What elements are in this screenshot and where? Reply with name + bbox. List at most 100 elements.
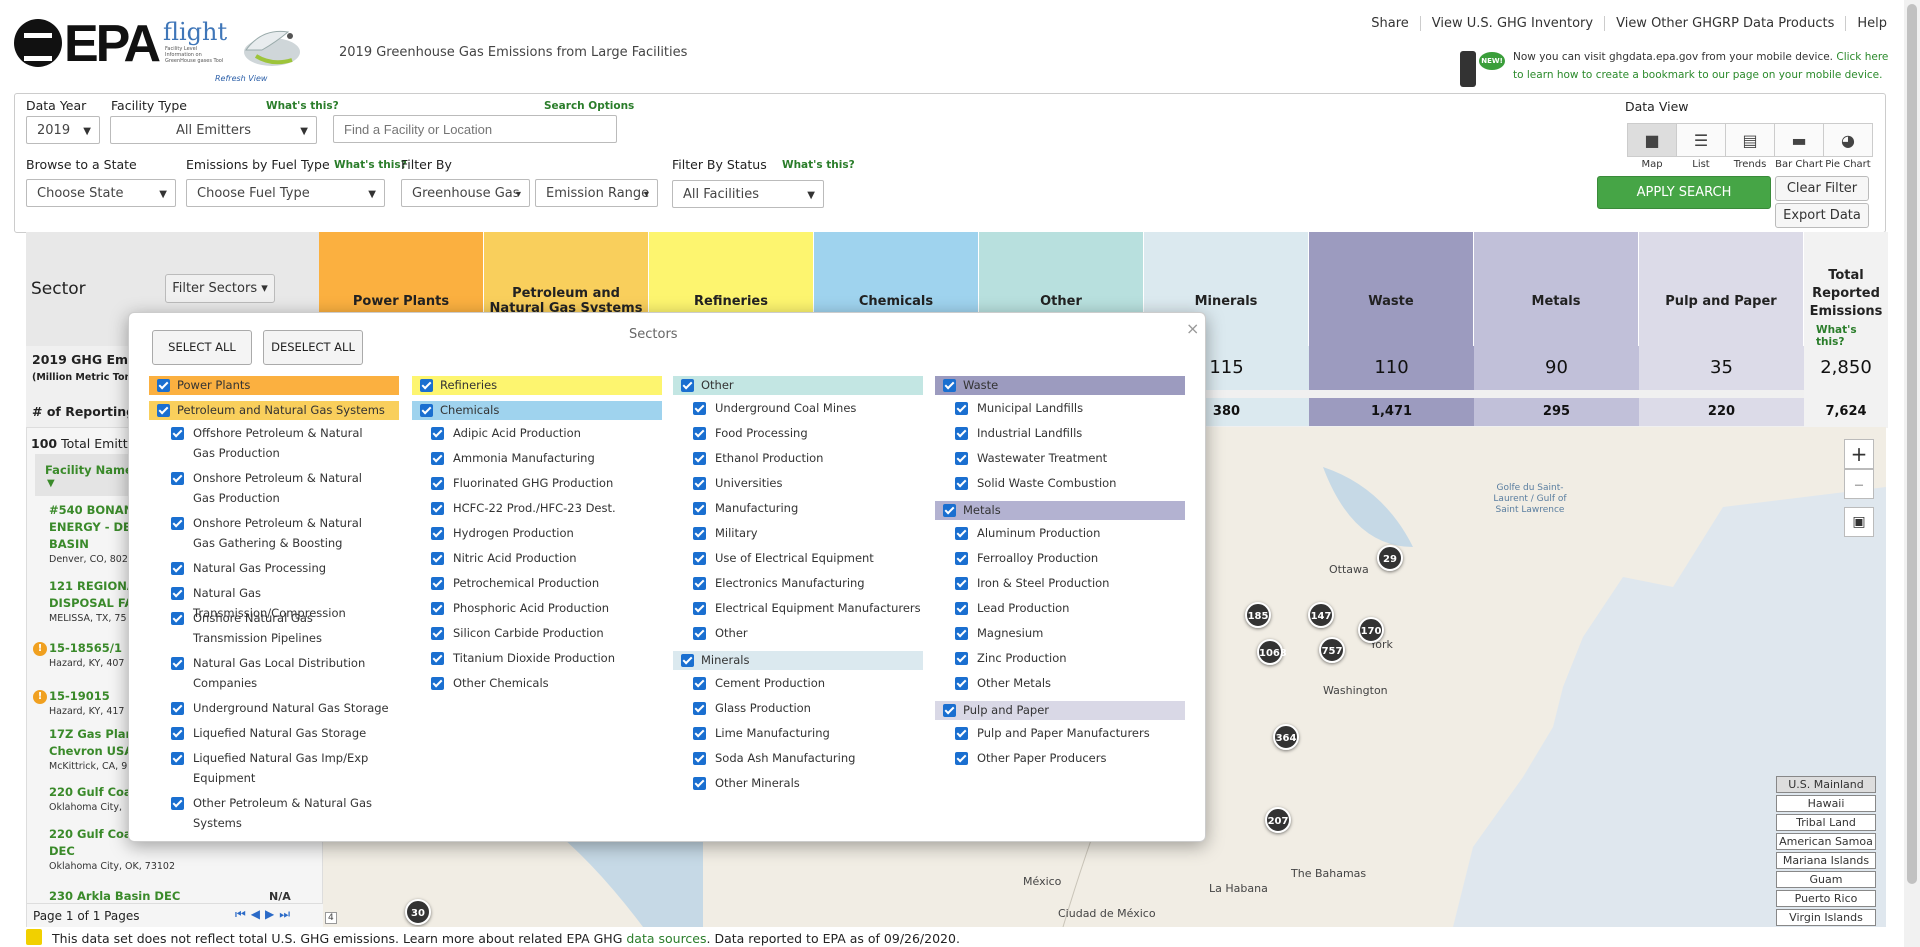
sector-item[interactable]: Municipal Landfills xyxy=(953,398,1183,418)
fuel-type-whats-this[interactable]: What's this? xyxy=(334,159,407,171)
fuel-type-select[interactable]: Choose Fuel Type ▼ xyxy=(186,179,385,207)
sector-item[interactable]: Aluminum Production xyxy=(953,523,1183,543)
sector-item[interactable]: Electronics Manufacturing xyxy=(691,573,921,593)
checkbox-checked-icon[interactable] xyxy=(693,427,706,440)
map-marker[interactable]: 185 xyxy=(1245,602,1271,628)
checkbox-checked-icon[interactable] xyxy=(157,379,170,392)
ghg-inventory-link[interactable]: View U.S. GHG Inventory xyxy=(1419,16,1604,31)
checkbox-checked-icon[interactable] xyxy=(955,652,968,665)
sector-item[interactable]: Liquefied Natural Gas Storage xyxy=(169,723,409,743)
greenhouse-gas-dropdown[interactable]: Greenhouse Gas ▾ xyxy=(401,179,530,207)
checkbox-checked-icon[interactable] xyxy=(431,477,444,490)
checkbox-checked-icon[interactable] xyxy=(431,552,444,565)
facility-type-whats-this[interactable]: What's this? xyxy=(266,100,339,112)
checkbox-checked-icon[interactable] xyxy=(943,504,956,517)
page-scrollbar[interactable] xyxy=(1904,0,1920,947)
sector-item[interactable]: Onshore Petroleum & Natural Gas Gatherin… xyxy=(169,513,379,553)
checkbox-checked-icon[interactable] xyxy=(693,527,706,540)
checkbox-checked-icon[interactable] xyxy=(171,727,184,740)
checkbox-checked-icon[interactable] xyxy=(420,379,433,392)
sector-item[interactable]: Other Metals xyxy=(953,673,1183,693)
close-icon[interactable]: × xyxy=(1186,319,1199,338)
zoom-in-button[interactable]: + xyxy=(1844,439,1874,469)
share-link[interactable]: Share xyxy=(1360,16,1420,31)
checkbox-checked-icon[interactable] xyxy=(157,404,170,417)
list-item[interactable]: #540 BONAN ENERGY - DE BASIN Denver, CO, 80… xyxy=(49,502,133,567)
sector-item[interactable]: Iron & Steel Production xyxy=(953,573,1183,593)
checkbox-checked-icon[interactable] xyxy=(693,452,706,465)
sector-item[interactable]: Glass Production xyxy=(691,698,921,718)
list-item[interactable]: 15-18565/1 Hazard, KY, 407 xyxy=(49,640,124,671)
sector-pulp-paper[interactable]: Pulp and Paper xyxy=(1639,232,1804,346)
checkbox-checked-icon[interactable] xyxy=(693,552,706,565)
checkbox-checked-icon[interactable] xyxy=(431,602,444,615)
map-marker[interactable]: 207 xyxy=(1265,807,1291,833)
group-petroleum[interactable]: Petroleum and Natural Gas Systems xyxy=(149,401,399,420)
sector-item[interactable]: Nitric Acid Production xyxy=(429,548,659,568)
sector-item[interactable]: Other Chemicals xyxy=(429,673,659,693)
sector-item[interactable]: Offshore Petroleum & Natural Gas Product… xyxy=(169,423,379,463)
region-mariana-islands[interactable]: Mariana Islands xyxy=(1776,852,1876,869)
checkbox-checked-icon[interactable] xyxy=(693,577,706,590)
emission-range-dropdown[interactable]: Emission Range ▾ xyxy=(535,179,658,207)
sector-item[interactable]: Electrical Equipment Manufacturers xyxy=(691,598,941,618)
checkbox-checked-icon[interactable] xyxy=(171,562,184,575)
total-whats-this[interactable]: What's this? xyxy=(1816,324,1888,348)
checkbox-checked-icon[interactable] xyxy=(693,477,706,490)
checkbox-checked-icon[interactable] xyxy=(171,657,184,670)
list-item[interactable]: 220 Gulf Coa Oklahoma City, xyxy=(49,784,132,815)
sector-item[interactable]: Other Minerals xyxy=(691,773,921,793)
checkbox-checked-icon[interactable] xyxy=(943,379,956,392)
facility-search-input[interactable] xyxy=(333,115,617,143)
sector-item[interactable]: Manufacturing xyxy=(691,498,921,518)
sector-item[interactable]: Silicon Carbide Production xyxy=(429,623,659,643)
status-whats-this[interactable]: What's this? xyxy=(782,159,855,171)
map-marker[interactable]: 757 xyxy=(1319,637,1345,663)
sector-item[interactable]: Liquefied Natural Gas Imp/Exp Equipment xyxy=(169,748,369,788)
region-american-samoa[interactable]: American Samoa xyxy=(1776,833,1876,850)
sector-item[interactable]: Military xyxy=(691,523,921,543)
browse-state-select[interactable]: Choose State ▼ xyxy=(26,179,176,207)
sector-item[interactable]: Zinc Production xyxy=(953,648,1183,668)
checkbox-checked-icon[interactable] xyxy=(955,527,968,540)
group-other[interactable]: Other xyxy=(673,376,923,395)
data-year-select[interactable]: 2019 ▼ xyxy=(26,116,100,144)
map-view-button[interactable]: ■ xyxy=(1627,123,1677,157)
sector-item[interactable]: Hydrogen Production xyxy=(429,523,659,543)
checkbox-checked-icon[interactable] xyxy=(171,612,184,625)
checkbox-checked-icon[interactable] xyxy=(955,627,968,640)
sector-item[interactable]: Universities xyxy=(691,473,921,493)
list-item[interactable]: 15-19015 Hazard, KY, 417 xyxy=(49,688,124,719)
checkbox-checked-icon[interactable] xyxy=(693,402,706,415)
sector-item[interactable]: Titanium Dioxide Production xyxy=(429,648,659,668)
checkbox-checked-icon[interactable] xyxy=(431,652,444,665)
checkbox-checked-icon[interactable] xyxy=(431,677,444,690)
checkbox-checked-icon[interactable] xyxy=(693,702,706,715)
checkbox-checked-icon[interactable] xyxy=(171,702,184,715)
checkbox-checked-icon[interactable] xyxy=(171,472,184,485)
bar-chart-view-button[interactable]: ▬ xyxy=(1774,123,1824,157)
region-guam[interactable]: Guam xyxy=(1776,871,1876,888)
sector-item[interactable]: Soda Ash Manufacturing xyxy=(691,748,921,768)
checkbox-checked-icon[interactable] xyxy=(955,727,968,740)
checkbox-checked-icon[interactable] xyxy=(693,777,706,790)
sector-item[interactable]: Petrochemical Production xyxy=(429,573,659,593)
select-all-button[interactable]: SELECT ALL xyxy=(152,330,252,365)
sector-item[interactable]: Other xyxy=(691,623,921,643)
group-waste[interactable]: Waste xyxy=(935,376,1185,395)
group-metals[interactable]: Metals xyxy=(935,501,1185,520)
list-view-button[interactable]: ☰ xyxy=(1676,123,1726,157)
checkbox-checked-icon[interactable] xyxy=(955,402,968,415)
clear-filter-button[interactable]: Clear Filter xyxy=(1775,176,1869,201)
list-item[interactable]: 17Z Gas Plan Chevron USA McKittrick, CA, 9 xyxy=(49,726,134,774)
sector-item[interactable]: Lead Production xyxy=(953,598,1183,618)
export-data-button[interactable]: Export Data xyxy=(1775,203,1869,228)
facility-type-select[interactable]: All Emitters ▼ xyxy=(110,116,317,144)
sector-item[interactable]: Lime Manufacturing xyxy=(691,723,921,743)
checkbox-checked-icon[interactable] xyxy=(955,427,968,440)
checkbox-checked-icon[interactable] xyxy=(693,502,706,515)
checkbox-checked-icon[interactable] xyxy=(693,627,706,640)
checkbox-checked-icon[interactable] xyxy=(943,704,956,717)
sector-item[interactable]: Other Paper Producers xyxy=(953,748,1183,768)
trends-view-button[interactable]: ▤ xyxy=(1725,123,1775,157)
